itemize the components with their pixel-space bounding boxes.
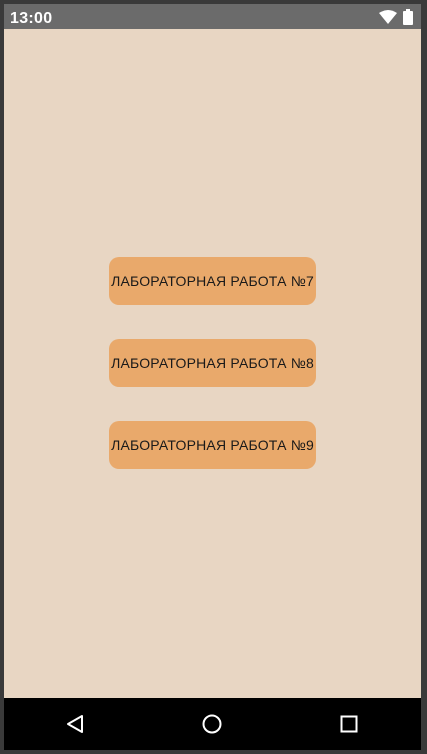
wifi-icon <box>379 10 397 29</box>
recents-icon[interactable] <box>335 711 363 737</box>
status-time: 13:00 <box>10 10 53 27</box>
battery-icon <box>403 9 413 30</box>
device-frame: 13:00 ЛАБОРАТОРНАЯ РАБОТА №7 ЛАБОРАТОРНА… <box>0 0 427 754</box>
app-content: ЛАБОРАТОРНАЯ РАБОТА №7 ЛАБОРАТОРНАЯ РАБО… <box>4 29 421 698</box>
lab-9-button[interactable]: ЛАБОРАТОРНАЯ РАБОТА №9 <box>109 421 316 469</box>
navigation-bar <box>4 698 421 750</box>
home-icon[interactable] <box>198 711 226 737</box>
lab-7-button[interactable]: ЛАБОРАТОРНАЯ РАБОТА №7 <box>109 257 316 305</box>
lab-8-button[interactable]: ЛАБОРАТОРНАЯ РАБОТА №8 <box>109 339 316 387</box>
status-icons <box>379 9 413 30</box>
status-bar: 13:00 <box>4 4 421 29</box>
back-icon[interactable] <box>61 711 89 737</box>
